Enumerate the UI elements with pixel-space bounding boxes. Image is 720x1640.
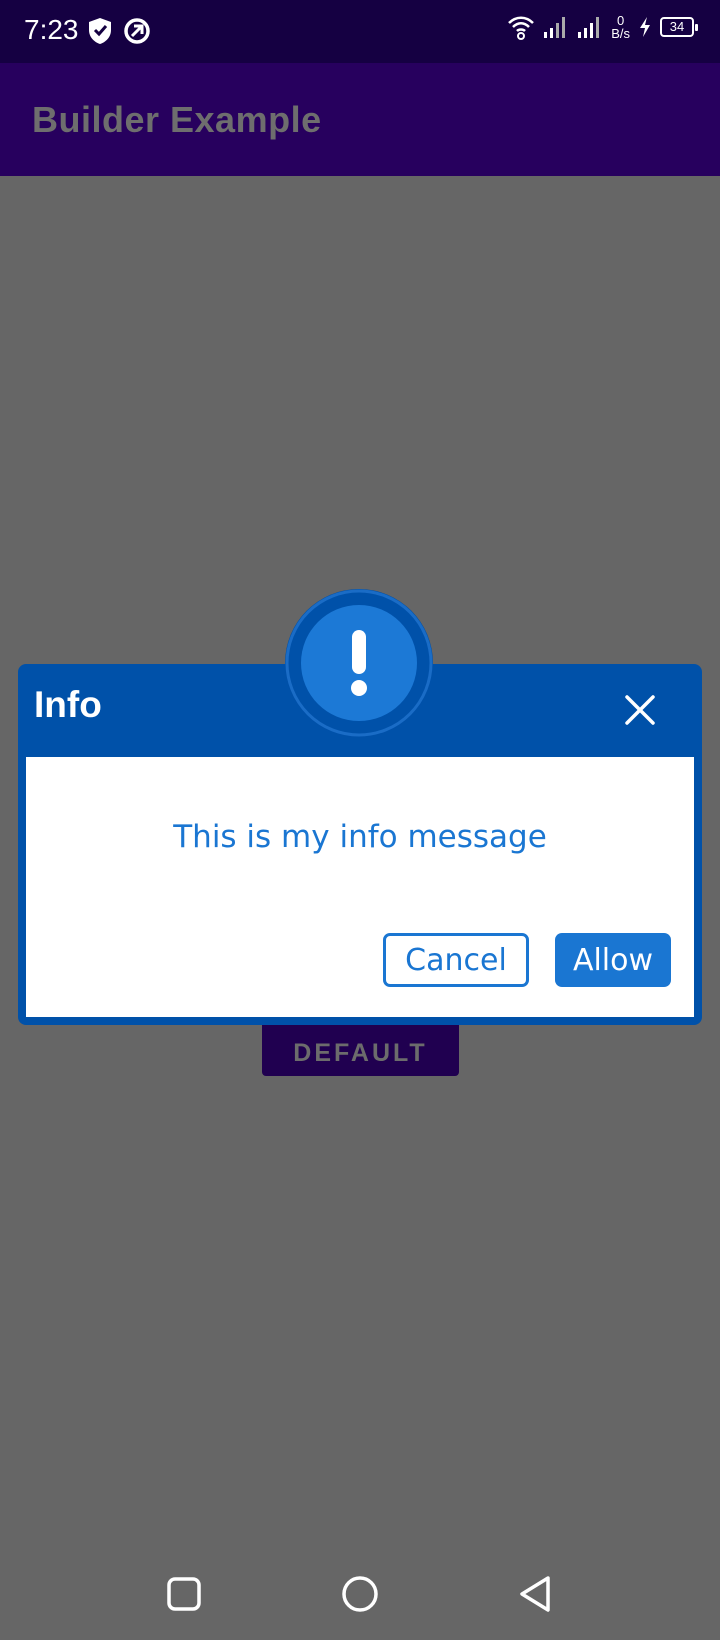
battery-indicator: 34 [660, 17, 698, 37]
net-speed: 0 B/s [611, 14, 630, 40]
back-triangle-icon[interactable] [516, 1574, 556, 1614]
signal-2-icon [578, 17, 600, 38]
dialog-body: This is my info message Cancel Allow [26, 757, 694, 1017]
app-bar: Builder Example [0, 63, 720, 176]
navigation-bar [0, 1544, 720, 1640]
exclamation-icon [285, 589, 433, 737]
app-title: Builder Example [32, 99, 322, 140]
allow-button[interactable]: Allow [555, 933, 671, 987]
signal-1-icon [544, 17, 566, 38]
wifi-icon [508, 16, 535, 40]
status-right-icons: 0 B/s 34 [507, 14, 698, 40]
home-circle-icon[interactable] [340, 1574, 380, 1614]
status-time: 7:23 [24, 14, 79, 45]
vpn-icon [124, 18, 150, 44]
dialog-title: Info [34, 684, 102, 725]
status-left-icons [86, 16, 152, 46]
close-icon[interactable] [622, 692, 658, 728]
charging-icon [640, 17, 650, 37]
shield-icon [89, 18, 111, 44]
cancel-button[interactable]: Cancel [383, 933, 529, 987]
status-bar: 7:23 0 B/s 34 [0, 0, 720, 63]
recents-square-icon[interactable] [164, 1574, 204, 1614]
net-speed-unit: B/s [611, 26, 630, 41]
dialog-message: This is my info message [173, 819, 547, 855]
